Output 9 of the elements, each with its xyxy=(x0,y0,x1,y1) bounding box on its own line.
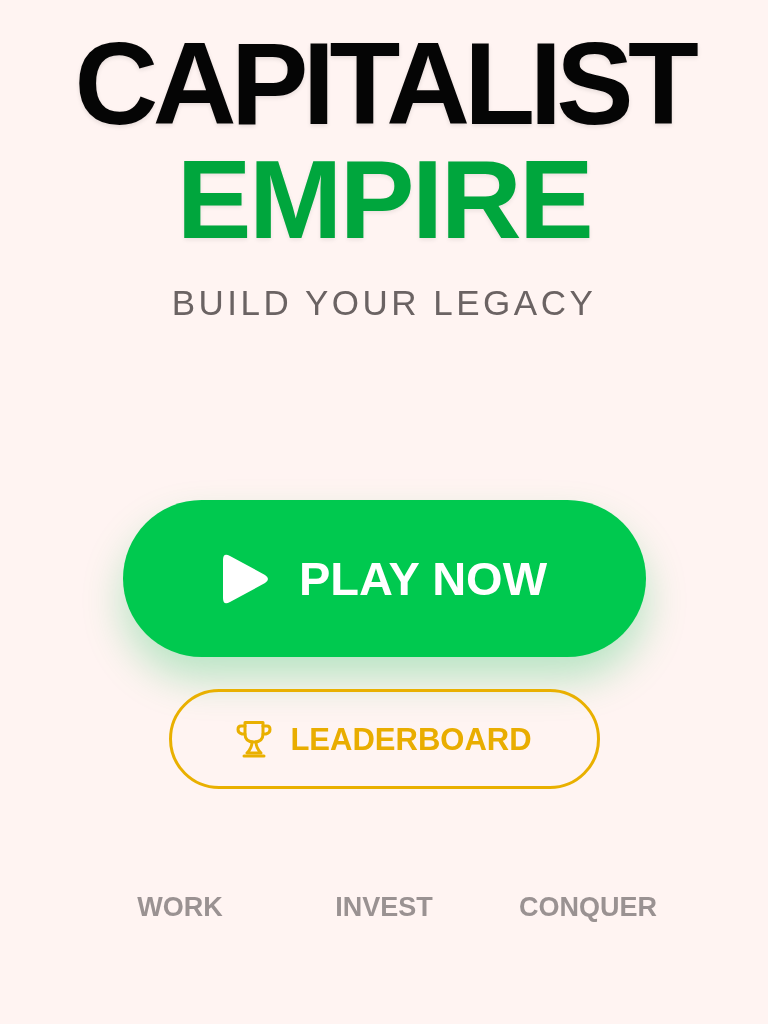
play-button[interactable]: PLAY NOW xyxy=(122,500,646,657)
feature-label: INVEST xyxy=(335,894,433,921)
title-line: CAPITALIST xyxy=(74,26,694,142)
trophy-icon xyxy=(236,720,273,758)
title-line: EMPIRE xyxy=(176,144,592,256)
feature-label: CONQUER xyxy=(519,894,657,921)
leaderboard-button[interactable]: LEADERBOARD xyxy=(168,689,600,789)
feature-label: WORK xyxy=(137,894,223,921)
tagline: BUILD YOUR LEGACY xyxy=(171,285,597,320)
